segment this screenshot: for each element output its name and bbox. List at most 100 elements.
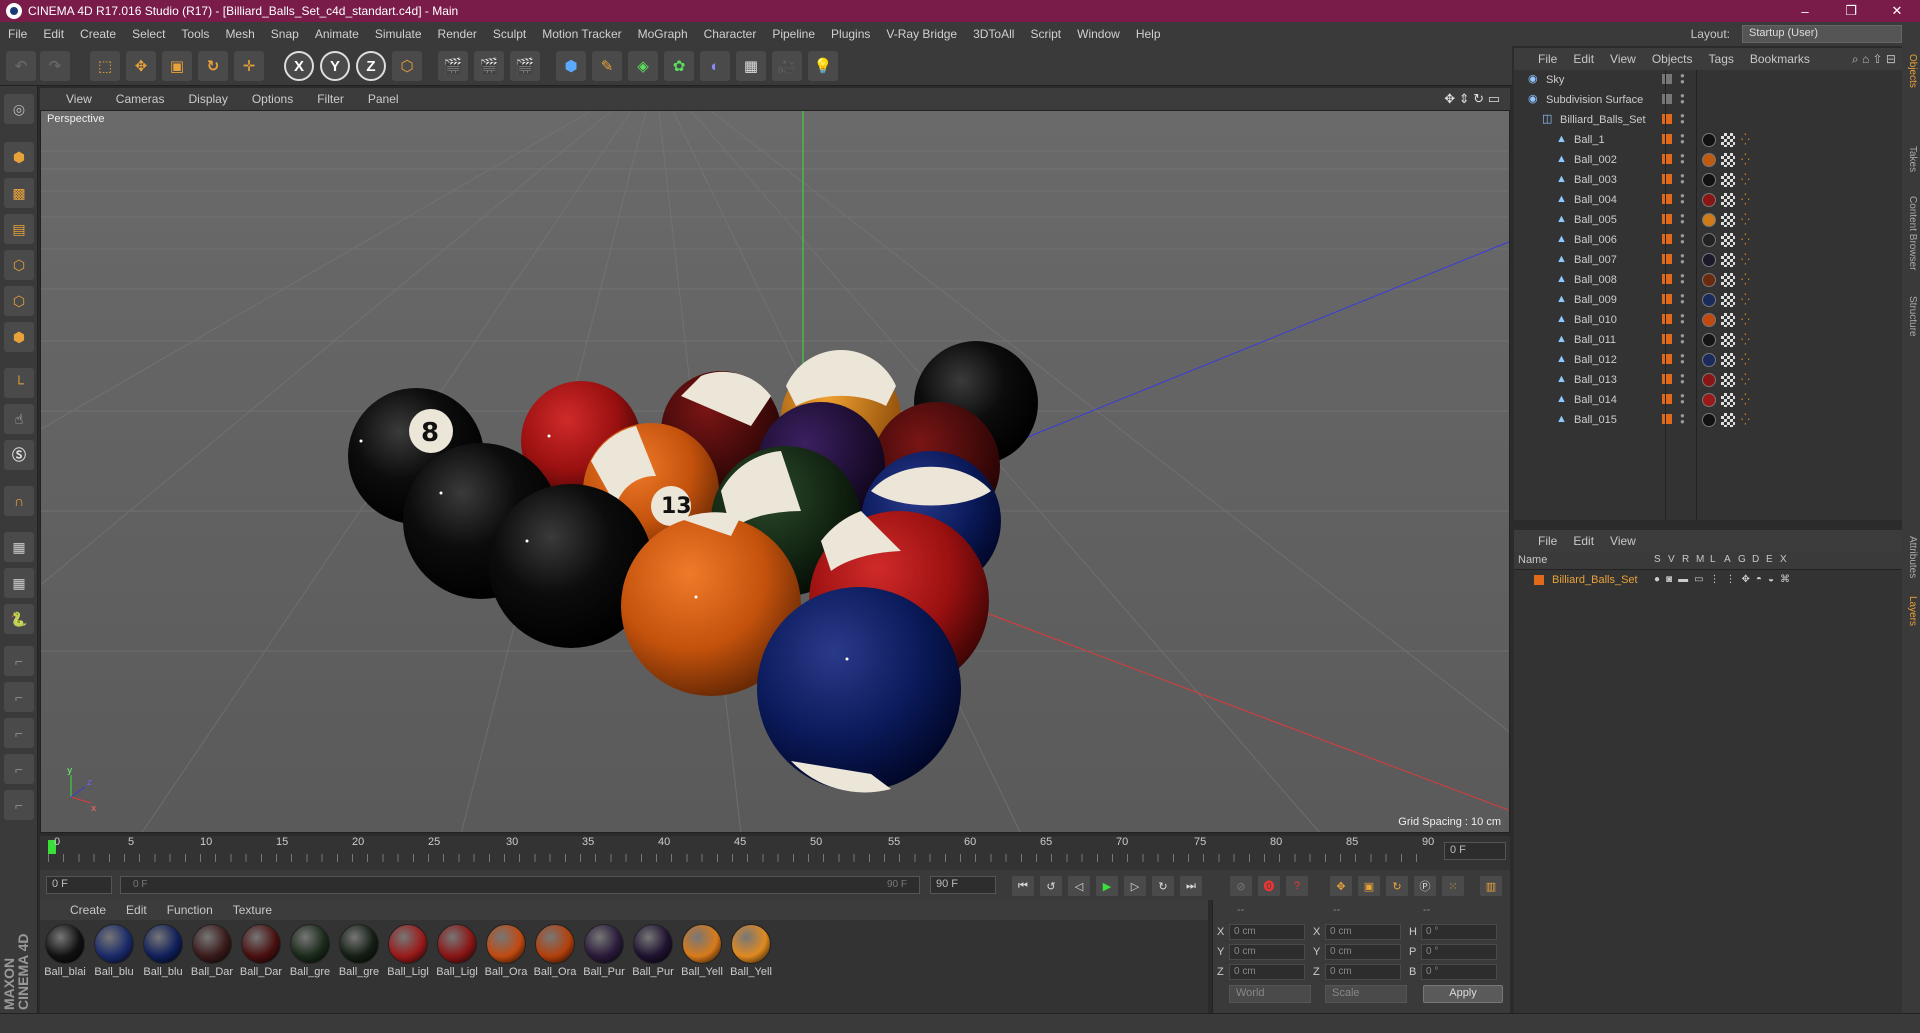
material-tag-icon[interactable] [1702,253,1716,267]
object-row[interactable]: ▲ Ball_009 ● ● ⁛ [1514,290,1902,310]
layer-color-chip[interactable] [1662,414,1672,424]
python-button[interactable]: 🐍 [4,604,34,634]
om-menu-edit[interactable]: Edit [1565,52,1602,66]
material-menu-edit[interactable]: Edit [116,903,157,917]
position-x-field[interactable]: 0 cm [1229,924,1305,940]
selection-tag-icon[interactable]: ⁛ [1741,373,1750,386]
layer-color-chip[interactable] [1662,334,1672,344]
layer-color-chip[interactable] [1662,74,1672,84]
material-swatch[interactable]: Ball_Ora [483,924,529,984]
object-row[interactable]: ▲ Ball_010 ● ● ⁛ [1514,310,1902,330]
material-tag-icon[interactable] [1702,353,1716,367]
layer-flag-header[interactable]: E [1766,554,1780,565]
layer-flag-header[interactable]: R [1682,554,1696,565]
uvw-tag-icon[interactable] [1721,233,1735,247]
layer-color-chip[interactable] [1662,94,1672,104]
ball-blue-front[interactable] [757,587,961,791]
om-menu-objects[interactable]: Objects [1644,52,1701,66]
viewport-menu-cameras[interactable]: Cameras [104,92,177,106]
viewport-menu-view[interactable]: View [54,92,104,106]
tab-objects[interactable]: Objects [1904,54,1918,88]
layer-flag-icons[interactable]: ●◙▬▭⋮⋮✥◓◒⌘ [1654,574,1796,585]
material-tag-icon[interactable] [1702,413,1716,427]
material-tag-icon[interactable] [1702,313,1716,327]
tab-structure[interactable]: Structure [1904,296,1918,337]
material-swatch[interactable]: Ball_gre [336,924,382,984]
layer-flag-header[interactable]: S [1654,554,1668,565]
object-row[interactable]: ▲ Ball_007 ● ● ⁛ [1514,250,1902,270]
selection-tag-icon[interactable]: ⁛ [1741,153,1750,166]
uvw-tag-icon[interactable] [1721,353,1735,367]
close-button[interactable]: ✕ [1874,3,1920,19]
visibility-dots-icon[interactable]: ● ● [1680,92,1685,106]
key-position-button[interactable]: ✥ [1330,876,1352,896]
visibility-dots-icon[interactable]: ● ● [1680,132,1685,146]
transform-tool-button[interactable]: ✛ [234,51,264,81]
rotation-p-field[interactable]: 0 ° [1421,944,1497,960]
visibility-dots-icon[interactable]: ● ● [1680,232,1685,246]
layer-color-chip[interactable] [1662,134,1672,144]
menu-simulate[interactable]: Simulate [367,27,430,41]
z-axis-button[interactable]: Z [356,51,386,81]
object-row[interactable]: ▲ Ball_1 ● ● ⁛ [1514,130,1902,150]
material-swatch[interactable]: Ball_blu [91,924,137,984]
uvw-tag-icon[interactable] [1721,273,1735,287]
layer-color-chip[interactable] [1662,154,1672,164]
visibility-dots-icon[interactable]: ● ● [1680,332,1685,346]
points-mode-button[interactable]: ⬡ [4,250,34,280]
menu-render[interactable]: Render [430,27,485,41]
sculpt-tool-1-button[interactable]: ⌐ [4,646,34,676]
layer-color-chip[interactable] [1662,114,1672,124]
visibility-dots-icon[interactable]: ● ● [1680,312,1685,326]
play-button[interactable]: ▶ [1096,876,1118,896]
undo-button[interactable]: ↶ [6,51,36,81]
object-row[interactable]: ▲ Ball_012 ● ● ⁛ [1514,350,1902,370]
tab-attributes[interactable]: Attributes [1904,536,1918,578]
layer-menu-edit[interactable]: Edit [1565,534,1602,548]
visibility-dots-icon[interactable]: ● ● [1680,152,1685,166]
material-swatch[interactable]: Ball_blai [42,924,88,984]
make-editable-button[interactable]: ◎ [4,94,34,124]
layer-color-chip[interactable] [1662,354,1672,364]
layer-color-chip[interactable] [1662,374,1672,384]
texture-mode-button[interactable]: ▩ [4,178,34,208]
size-z-field[interactable]: 0 cm [1325,964,1401,980]
viewport-menu-filter[interactable]: Filter [305,92,356,106]
layer-color-chip[interactable] [1662,394,1672,404]
key-scale-button[interactable]: ▣ [1358,876,1380,896]
selection-tag-icon[interactable]: ⁛ [1741,313,1750,326]
sculpt-tool-5-button[interactable]: ⌐ [4,790,34,820]
object-row[interactable]: ▲ Ball_003 ● ● ⁛ [1514,170,1902,190]
sculpt-tool-2-button[interactable]: ⌐ [4,682,34,712]
layer-menu-view[interactable]: View [1602,534,1644,548]
layer-flag-header[interactable]: D [1752,554,1766,565]
material-menu-create[interactable]: Create [60,903,116,917]
coordinate-mode-select[interactable]: World [1229,985,1311,1003]
menu-edit[interactable]: Edit [35,27,72,41]
menu-script[interactable]: Script [1022,27,1069,41]
uvw-tag-icon[interactable] [1721,413,1735,427]
render-view-button[interactable]: 🎬 [438,51,468,81]
layer-flag-header[interactable]: G [1738,554,1752,565]
move-tool-button[interactable]: ✥ [126,51,156,81]
position-y-field[interactable]: 0 cm [1229,944,1305,960]
scale-tool-button[interactable]: ▣ [162,51,192,81]
layer-color-chip[interactable] [1662,294,1672,304]
visibility-dots-icon[interactable]: ● ● [1680,212,1685,226]
layer-color-chip[interactable] [1662,254,1672,264]
add-scene-button[interactable]: ▦ [736,51,766,81]
material-swatch[interactable]: Ball_Ligl [434,924,480,984]
start-frame-field[interactable]: 0 F [46,876,112,894]
object-row[interactable]: ▲ Ball_008 ● ● ⁛ [1514,270,1902,290]
layer-color-chip[interactable] [1662,174,1672,184]
size-y-field[interactable]: 0 cm [1325,944,1401,960]
viewport-menu-display[interactable]: Display [176,92,239,106]
selection-tag-icon[interactable]: ⁛ [1741,273,1750,286]
viewport-menu-options[interactable]: Options [240,92,305,106]
layer-flag-header[interactable]: V [1668,554,1682,565]
visibility-dots-icon[interactable]: ● ● [1680,192,1685,206]
visibility-dots-icon[interactable]: ● ● [1680,72,1685,86]
visibility-dots-icon[interactable]: ● ● [1680,372,1685,386]
size-x-field[interactable]: 0 cm [1325,924,1401,940]
selection-tag-icon[interactable]: ⁛ [1741,293,1750,306]
